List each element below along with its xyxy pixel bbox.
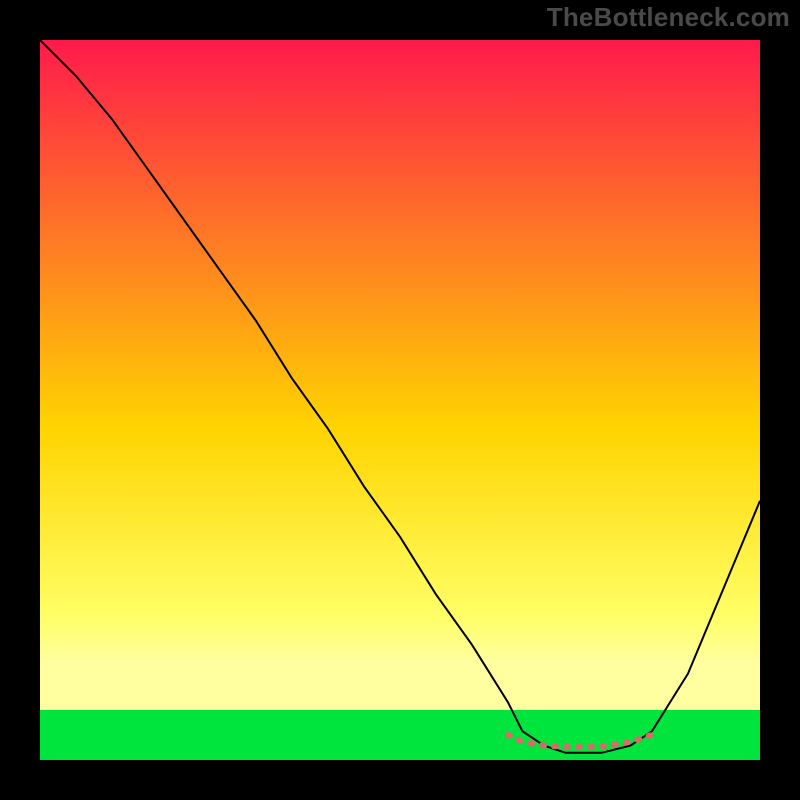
gradient-background <box>40 40 760 710</box>
plot-area <box>40 40 760 760</box>
chart-container: TheBottleneck.com <box>0 0 800 800</box>
watermark-text: TheBottleneck.com <box>547 2 790 33</box>
chart-svg <box>40 40 760 760</box>
